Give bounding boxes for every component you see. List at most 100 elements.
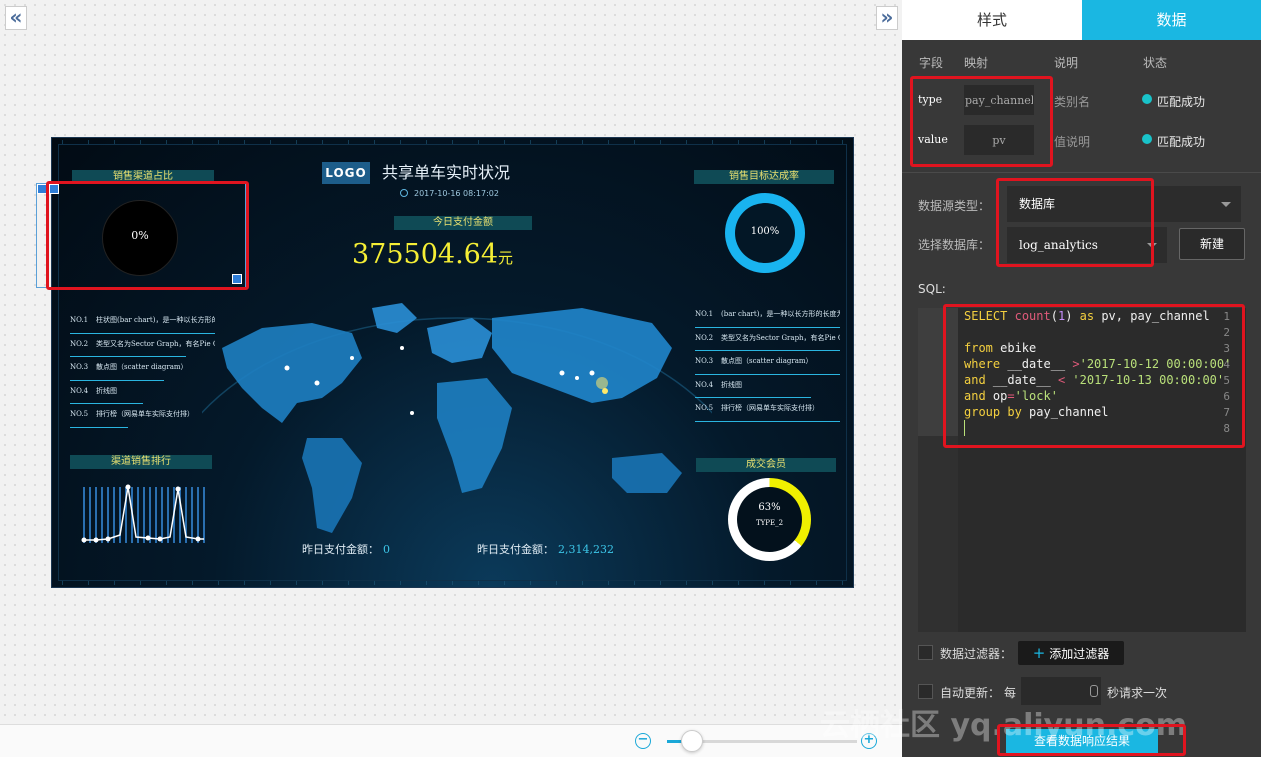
database-label: 选择数据库： bbox=[918, 238, 991, 252]
dashboard-title: 共享单车实时状况 bbox=[382, 163, 511, 182]
field-desc-type: 类别名 bbox=[1054, 95, 1091, 109]
source-type-value: 数据库 bbox=[1019, 197, 1056, 211]
world-map[interactable] bbox=[202, 288, 712, 548]
today-pay-number: 375504.64 bbox=[352, 239, 499, 270]
column-header-desc: 说明 bbox=[1054, 56, 1079, 70]
panel-title-member: 成交会员 bbox=[696, 458, 836, 472]
auto-update-label: 自动更新： bbox=[940, 686, 1001, 700]
list-item[interactable]: NO.3 散点图（scatter diagram） bbox=[695, 356, 840, 380]
sql-code-line: where __date__ >'2017-10-12 00:00:00' bbox=[964, 357, 1232, 371]
text-cursor bbox=[964, 420, 965, 436]
field-desc-value: 值说明 bbox=[1054, 135, 1091, 149]
tab-style[interactable]: 样式 bbox=[902, 0, 1082, 40]
source-type-select[interactable]: 数据库 bbox=[1007, 186, 1241, 222]
list-item[interactable]: NO.4 折线图 bbox=[70, 386, 215, 410]
column-header-mapping: 映射 bbox=[964, 56, 989, 70]
sql-line-number: 8 bbox=[1223, 422, 1230, 435]
field-name-type: type bbox=[918, 93, 943, 106]
divider bbox=[902, 172, 1261, 173]
dashboard-datetime: 2017-10-16 08:17:02 bbox=[414, 189, 499, 198]
resize-handle-icon[interactable] bbox=[232, 274, 242, 284]
target-donut[interactable]: 100% bbox=[725, 193, 805, 273]
auto-update-checkbox[interactable] bbox=[918, 684, 933, 699]
per-second-label: 秒请求一次 bbox=[1107, 686, 1168, 700]
map-asia bbox=[492, 308, 672, 403]
right-rank-list: NO.1(bar chart)，是一种以长方形的长度为变量 NO.2类型又名为S… bbox=[695, 309, 840, 427]
list-item[interactable]: NO.1(bar chart)，是一种以长方形的长度为变量 bbox=[695, 309, 840, 333]
map-africa bbox=[437, 378, 512, 493]
sql-code-line: group by pay_channel bbox=[964, 405, 1109, 419]
clock-icon bbox=[400, 189, 408, 197]
field-status-value: 匹配成功 bbox=[1157, 135, 1206, 149]
sql-editor[interactable]: 1 SELECT count(1) as pv, pay_channel 2 3 fro… bbox=[918, 308, 1246, 632]
sql-code-line: SELECT count(1) as pv, pay_channel bbox=[964, 309, 1210, 323]
column-header-status: 状态 bbox=[1143, 56, 1168, 70]
list-item[interactable]: NO.4 折线图 bbox=[695, 380, 840, 404]
today-pay-value: 375504.64元 bbox=[352, 238, 513, 275]
plus-icon: + bbox=[1032, 644, 1046, 662]
sql-line-number: 1 bbox=[1223, 310, 1230, 323]
list-item[interactable]: NO.5 排行榜（网易单车实际支付排） bbox=[695, 403, 840, 427]
panel-title-channel-ratio: 销售渠道占比 bbox=[72, 170, 214, 184]
stat-yesterday-1: 昨日支付金额： 0 bbox=[302, 543, 390, 556]
dashboard-logo: LOGO bbox=[322, 162, 370, 184]
stat-yesterday-2: 昨日支付金额： 2,314,232 bbox=[477, 543, 614, 556]
every-label: 每 bbox=[1004, 686, 1017, 700]
sql-line-number: 5 bbox=[1223, 374, 1230, 387]
sql-line-number: 6 bbox=[1223, 390, 1230, 403]
database-value: log_analytics bbox=[1019, 238, 1098, 252]
add-filter-button[interactable]: + 添加过滤器 bbox=[1018, 641, 1124, 665]
panel-title-target: 销售目标达成率 bbox=[694, 170, 834, 184]
editor-canvas[interactable]: « » 销售渠道占比 0% LOGO 共享单车实时状况 2017-10-16 0… bbox=[0, 0, 902, 757]
sql-code-line: and op='lock' bbox=[964, 389, 1058, 403]
config-panel: 样式 数据 字段 映射 说明 状态 type 类别名 匹配成功 value 值说… bbox=[902, 0, 1261, 757]
channel-rank-sparkline[interactable] bbox=[70, 473, 230, 548]
status-ok-icon bbox=[1142, 94, 1152, 104]
filter-checkbox[interactable] bbox=[918, 645, 933, 660]
panel-title-today-pay: 今日支付金额 bbox=[394, 216, 532, 230]
column-header-field: 字段 bbox=[919, 56, 944, 70]
panel-tabs: 样式 数据 bbox=[902, 0, 1261, 40]
member-type-label: TYPE_2 bbox=[755, 519, 784, 527]
selection-box[interactable] bbox=[36, 183, 246, 288]
field-status-type: 匹配成功 bbox=[1157, 95, 1206, 109]
panel-title-channel-rank: 渠道销售排行 bbox=[70, 455, 212, 469]
mapping-input-value[interactable] bbox=[964, 125, 1034, 155]
sql-line-number: 2 bbox=[1223, 326, 1230, 339]
today-pay-unit: 元 bbox=[498, 249, 514, 267]
list-item[interactable]: NO.5 排行榜（网易单车实际支付排） bbox=[70, 409, 215, 433]
zoom-bar: − + bbox=[0, 724, 902, 757]
stepper-icon[interactable] bbox=[1090, 685, 1098, 697]
list-item[interactable]: NO.2类型又名为Sector Graph，有名Pie Graph。 bbox=[695, 333, 840, 357]
dashboard-top-ticks bbox=[62, 140, 843, 144]
target-value: 100% bbox=[750, 226, 780, 237]
map-north-america bbox=[222, 323, 362, 423]
map-greenland bbox=[372, 303, 417, 333]
selection-handle-icon[interactable] bbox=[37, 184, 47, 194]
left-rank-list: NO.1柱状图(bar chart)，是一种以长方形的长度为变量 NO.2类型又… bbox=[70, 315, 215, 433]
field-name-value: value bbox=[918, 133, 948, 146]
mapping-input-type[interactable] bbox=[964, 85, 1034, 115]
zoom-out-icon[interactable]: − bbox=[635, 733, 651, 749]
tab-data[interactable]: 数据 bbox=[1082, 0, 1261, 40]
sql-code-line: from ebike bbox=[964, 341, 1037, 355]
list-item[interactable]: NO.2类型又名为Sector Graph，有名Pie Graph。 bbox=[70, 339, 215, 363]
member-donut[interactable]: 63% TYPE_2 bbox=[728, 478, 811, 561]
selection-handle-icon[interactable] bbox=[49, 184, 59, 194]
sql-label: SQL: bbox=[918, 282, 946, 296]
map-europe bbox=[427, 318, 492, 363]
collapse-right-icon[interactable]: » bbox=[876, 6, 898, 30]
list-item[interactable]: NO.3 散点图（scatter diagram） bbox=[70, 362, 215, 386]
new-database-button[interactable]: 新建 bbox=[1179, 228, 1245, 260]
source-type-label: 数据源类型： bbox=[918, 199, 991, 213]
member-value: 63% bbox=[758, 502, 781, 513]
collapse-left-icon[interactable]: « bbox=[5, 6, 27, 30]
dashboard-bottom-ticks bbox=[62, 581, 843, 585]
zoom-slider-handle[interactable] bbox=[680, 730, 703, 752]
sql-code-line: and __date__ < '2017-10-13 00:00:00' bbox=[964, 373, 1225, 387]
list-item[interactable]: NO.1柱状图(bar chart)，是一种以长方形的长度为变量 bbox=[70, 315, 215, 339]
map-south-america bbox=[302, 438, 362, 533]
filter-label: 数据过滤器： bbox=[940, 647, 1013, 661]
database-select[interactable]: log_analytics bbox=[1007, 227, 1167, 263]
sql-line-number: 7 bbox=[1223, 406, 1230, 419]
